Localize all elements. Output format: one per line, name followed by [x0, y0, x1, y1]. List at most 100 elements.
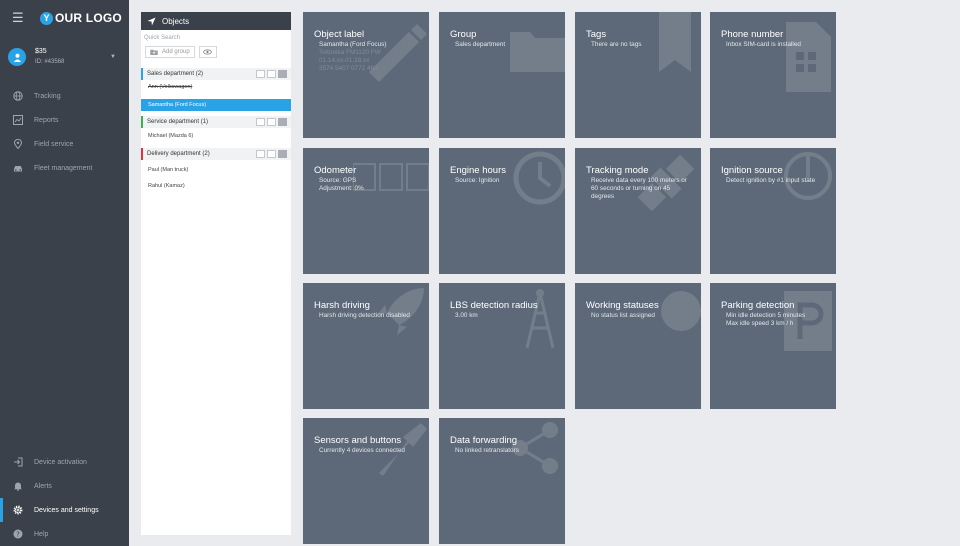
main-sidebar: ☰ Y OUR LOGO $35 ID: #43568 ▼ Tracking R… [0, 0, 129, 546]
tile-line-muted: Teltonika FM1120 FW [319, 49, 381, 56]
group-comment-button[interactable] [278, 70, 287, 78]
nav-item-field-service[interactable]: Field service [0, 132, 129, 156]
tile-line: No status list assigned [591, 312, 655, 319]
objects-toolbar: Add group [141, 44, 291, 60]
quick-search-input[interactable]: Quick Search [141, 30, 291, 44]
hamburger-menu-icon[interactable]: ☰ [12, 10, 28, 26]
tile-sensors-and-buttons[interactable]: Sensors and buttons Currently 4 devices … [303, 418, 429, 544]
user-menu[interactable]: $35 ID: #43568 ▼ [8, 44, 122, 70]
tile-line: Source: GPS [319, 177, 357, 184]
tile-details: No linked retranslators [455, 447, 559, 455]
tile-details: Sales department [455, 41, 559, 49]
tile-line: Adjustment: 0% [319, 185, 364, 192]
tile-line: Sales department [455, 41, 506, 48]
nav-main: Tracking Reports Field service Fleet man… [0, 84, 129, 180]
nav-item-label: Field service [34, 140, 74, 148]
tile-phone-number[interactable]: Phone number Inbox SIM-card is installed [710, 12, 836, 138]
nav-item-device-activation[interactable]: Device activation [0, 450, 129, 474]
svg-text:?: ? [16, 531, 20, 539]
tile-line: Source: Ignition [455, 177, 500, 184]
group-row-sales[interactable]: Sales department (2) [141, 68, 291, 80]
tile-line: 3.00 km [455, 312, 478, 319]
tile-harsh-driving[interactable]: Harsh driving Harsh driving detection di… [303, 283, 429, 409]
tile-tracking-mode[interactable]: Tracking mode Receive data every 100 met… [575, 148, 701, 274]
group-check-button[interactable] [256, 150, 265, 158]
group-actions [256, 70, 287, 78]
group-row-service[interactable]: Service department (1) [141, 116, 291, 128]
tile-tags[interactable]: Tags There are no tags [575, 12, 701, 138]
tile-odometer[interactable]: Odometer Source: GPS Adjustment: 0% [303, 148, 429, 274]
folder-plus-icon [150, 49, 158, 55]
tile-line: No linked retranslators [455, 447, 519, 454]
tile-title: LBS detection radius [450, 300, 538, 311]
tile-parking-detection[interactable]: Parking detection Min idle detection 5 m… [710, 283, 836, 409]
tile-line: Max idle speed 3 km / h [726, 320, 794, 327]
group-name: Delivery department (2) [147, 151, 210, 157]
object-item-samantha[interactable]: Samantha (Ford Focus) [141, 99, 291, 111]
tile-group[interactable]: Group Sales department [439, 12, 565, 138]
tile-line: Harsh driving detection disabled [319, 312, 410, 319]
tile-line: Samantha (Ford Focus) [319, 41, 387, 48]
car-icon [12, 162, 24, 174]
nav-item-alerts[interactable]: Alerts [0, 474, 129, 498]
object-name: Rahul (Kamaz) [148, 183, 185, 189]
visibility-toggle-button[interactable] [198, 46, 217, 58]
object-item-michael[interactable]: Michael (Mazda 6) [141, 130, 291, 142]
group-actions [256, 150, 287, 158]
group-row-delivery[interactable]: Delivery department (2) [141, 148, 291, 160]
group-color-bar [141, 148, 143, 160]
object-item-paul[interactable]: Paul (Man truck) [141, 164, 291, 176]
tile-ignition-source[interactable]: Ignition source Detect ignition by #1 in… [710, 148, 836, 274]
tile-line: Currently 4 devices connected [319, 447, 405, 454]
group-edit-button[interactable] [267, 118, 276, 126]
group-check-button[interactable] [256, 70, 265, 78]
tile-object-label[interactable]: Object label Samantha (Ford Focus) Telto… [303, 12, 429, 138]
tile-working-statuses[interactable]: Working statuses No status list assigned [575, 283, 701, 409]
gear-icon [12, 504, 24, 516]
nav-item-label: Alerts [34, 482, 52, 490]
group-comment-button[interactable] [278, 150, 287, 158]
nav-item-fleet-management[interactable]: Fleet management [0, 156, 129, 180]
nav-item-label: Device activation [34, 458, 87, 466]
tile-engine-hours[interactable]: Engine hours Source: Ignition [439, 148, 565, 274]
nav-item-tracking[interactable]: Tracking [0, 84, 129, 108]
group-edit-button[interactable] [267, 70, 276, 78]
group-name: Sales department (2) [147, 71, 204, 77]
tile-title: Tracking mode [586, 165, 649, 176]
group-color-bar [141, 116, 143, 128]
chevron-down-icon[interactable]: ▼ [110, 54, 116, 60]
tile-details: Currently 4 devices connected [319, 447, 423, 455]
tile-details: Receive data every 100 meters or 60 seco… [591, 177, 695, 201]
add-group-button[interactable]: Add group [145, 46, 195, 58]
nav-item-label: Fleet management [34, 164, 93, 172]
tile-title: Sensors and buttons [314, 435, 402, 446]
add-group-label: Add group [162, 49, 190, 55]
eye-icon [203, 49, 212, 55]
group-edit-button[interactable] [267, 150, 276, 158]
nav-item-help[interactable]: ? Help [0, 522, 129, 546]
object-item-rahul[interactable]: Rahul (Kamaz) [141, 180, 291, 192]
tile-data-forwarding[interactable]: Data forwarding No linked retranslators [439, 418, 565, 544]
tile-title: Tags [586, 29, 607, 40]
group-check-button[interactable] [256, 118, 265, 126]
objects-header: Objects [141, 12, 291, 30]
tile-title: Engine hours [450, 165, 506, 176]
tile-title: Working statuses [586, 300, 659, 311]
tile-details: 3.00 km [455, 312, 559, 320]
help-icon: ? [12, 528, 24, 540]
tile-title: Odometer [314, 165, 357, 176]
group-name: Service department (1) [147, 119, 209, 125]
nav-item-reports[interactable]: Reports [0, 108, 129, 132]
tile-details: Source: Ignition [455, 177, 559, 185]
tile-details: Detect ignition by #1 input state [726, 177, 830, 185]
object-item-ann[interactable]: Ann (Volkswagen) [141, 81, 291, 93]
group-comment-button[interactable] [278, 118, 287, 126]
tile-line: Min idle detection 5 minutes [726, 312, 806, 319]
tile-title: Ignition source [721, 165, 783, 176]
tile-details: Samantha (Ford Focus) Teltonika FM1120 F… [319, 41, 423, 73]
nav-item-devices-and-settings[interactable]: Devices and settings [0, 498, 129, 522]
object-name: Michael (Mazda 6) [148, 133, 194, 139]
tile-lbs-detection-radius[interactable]: LBS detection radius 3.00 km [439, 283, 565, 409]
group-actions [256, 118, 287, 126]
tile-details: Inbox SIM-card is installed [726, 41, 830, 49]
